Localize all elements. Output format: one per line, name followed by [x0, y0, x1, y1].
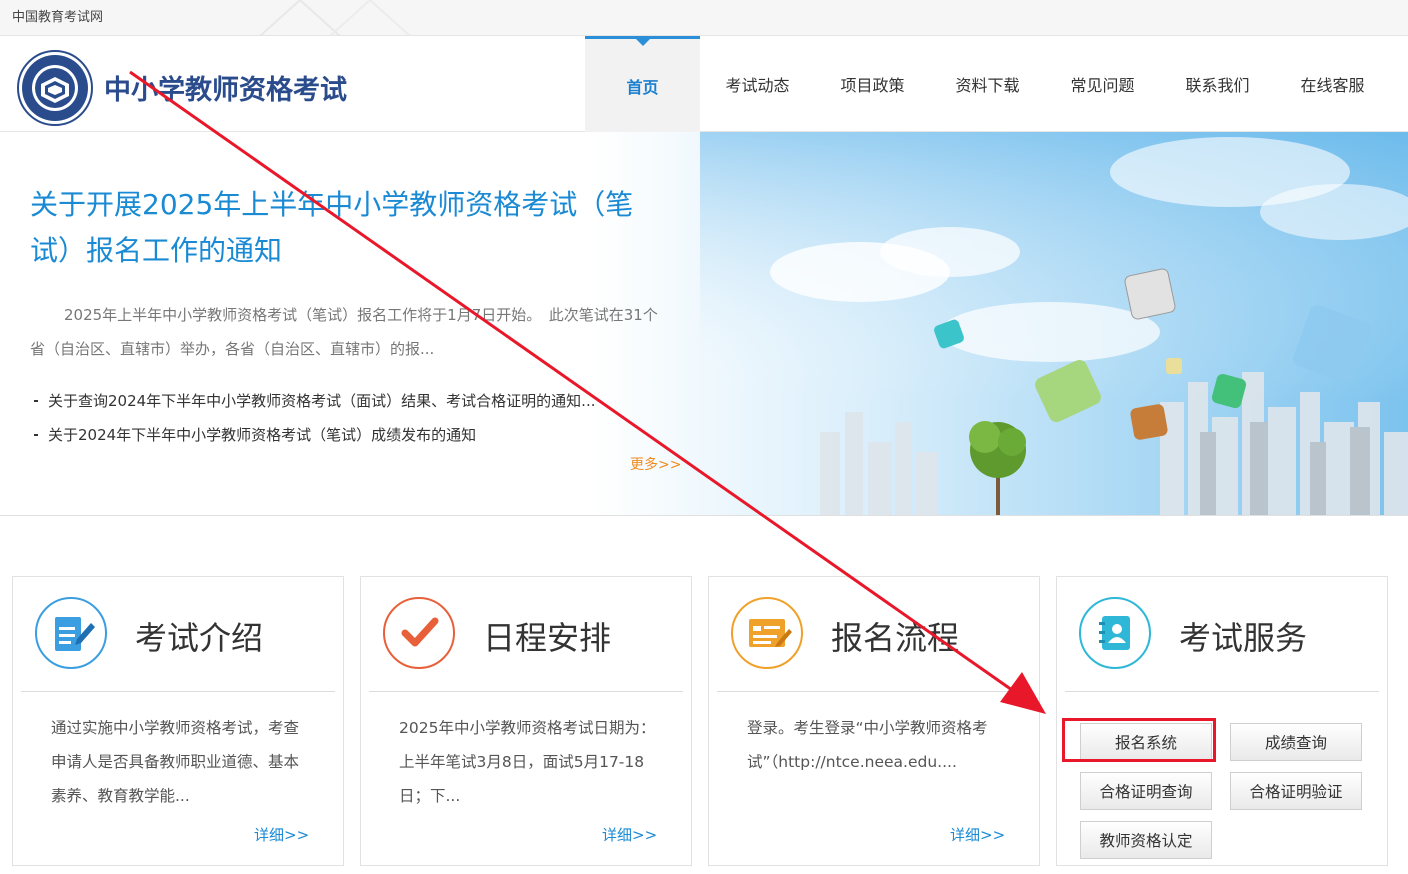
- top-bar: 中国教育考试网: [0, 0, 1408, 36]
- registration-form-icon: [731, 597, 803, 669]
- card-registration-process: 报名流程 登录。考生登录“中小学教师资格考试”（http://ntce.neea…: [708, 576, 1040, 866]
- headline-news-link[interactable]: 关于开展2025年上半年中小学教师资格考试（笔试）报名工作的通知: [30, 182, 670, 274]
- nav-policies[interactable]: 项目政策: [815, 36, 930, 132]
- nav-faq[interactable]: 常见问题: [1045, 36, 1160, 132]
- nav-exam-news[interactable]: 考试动态: [700, 36, 815, 132]
- card-detail-link[interactable]: 详细>>: [254, 824, 309, 845]
- site-title: 中小学教师资格考试: [104, 75, 347, 106]
- card-title: 报名流程: [831, 619, 960, 657]
- nav-contact[interactable]: 联系我们: [1160, 36, 1275, 132]
- topbar-decoration: [259, 0, 411, 35]
- card-divider: [1065, 691, 1379, 692]
- site-link-neea[interactable]: 中国教育考试网: [12, 6, 103, 25]
- card-detail-link[interactable]: 详细>>: [602, 824, 657, 845]
- news-item[interactable]: 关于2024年下半年中小学教师资格考试（笔试）成绩发布的通知: [34, 418, 674, 452]
- card-divider: [717, 691, 1031, 692]
- address-book-icon: [1079, 597, 1151, 669]
- card-detail-link[interactable]: 详细>>: [950, 824, 1005, 845]
- card-title: 考试介绍: [135, 619, 264, 657]
- ntce-logo-icon[interactable]: [17, 50, 93, 126]
- certificate-query-button[interactable]: 合格证明查询: [1080, 772, 1212, 810]
- news-item[interactable]: 关于查询2024年下半年中小学教师资格考试（面试）结果、考试合格证明的通知...: [34, 384, 674, 418]
- site-header: 中小学教师资格考试 首页 考试动态 项目政策 资料下载 常见问题 联系我们 在线…: [0, 36, 1408, 132]
- card-exam-intro: 考试介绍 通过实施中小学教师资格考试，考查申请人是否具备教师职业道德、基本素养、…: [12, 576, 344, 866]
- headline-summary: 2025年上半年中小学教师资格考试（笔试）报名工作将于1月7日开始。 此次笔试在…: [30, 306, 658, 358]
- card-description: 通过实施中小学教师资格考试，考查申请人是否具备教师职业道德、基本素养、教育教学能…: [51, 719, 300, 805]
- edit-document-icon: [35, 597, 107, 669]
- card-divider: [369, 691, 683, 692]
- card-title: 考试服务: [1179, 619, 1308, 657]
- registration-system-button[interactable]: 报名系统: [1080, 723, 1212, 761]
- nav-downloads[interactable]: 资料下载: [930, 36, 1045, 132]
- certificate-verify-button[interactable]: 合格证明验证: [1230, 772, 1362, 810]
- card-description: 2025年中小学教师资格考试日期为：上半年笔试3月8日，面试5月17-18日；下…: [399, 719, 656, 805]
- card-description: 登录。考生登录“中小学教师资格考试”（http://ntce.neea.edu.…: [747, 719, 988, 771]
- nav-home[interactable]: 首页: [585, 36, 700, 132]
- score-query-button[interactable]: 成绩查询: [1230, 723, 1362, 761]
- news-list: 关于查询2024年下半年中小学教师资格考试（面试）结果、考试合格证明的通知...…: [34, 384, 674, 452]
- card-title: 日程安排: [483, 619, 612, 657]
- card-divider: [21, 691, 335, 692]
- card-schedule: 日程安排 2025年中小学教师资格考试日期为：上半年笔试3月8日，面试5月17-…: [360, 576, 692, 866]
- teacher-certification-button[interactable]: 教师资格认定: [1080, 821, 1212, 859]
- main-nav: 首页 考试动态 项目政策 资料下载 常见问题 联系我们 在线客服: [585, 36, 1390, 132]
- news-banner: 关于开展2025年上半年中小学教师资格考试（笔试）报名工作的通知 2025年上半…: [0, 132, 1408, 516]
- news-more-link[interactable]: 更多>>: [630, 454, 681, 474]
- checkmark-icon: [383, 597, 455, 669]
- nav-online-service[interactable]: 在线客服: [1275, 36, 1390, 132]
